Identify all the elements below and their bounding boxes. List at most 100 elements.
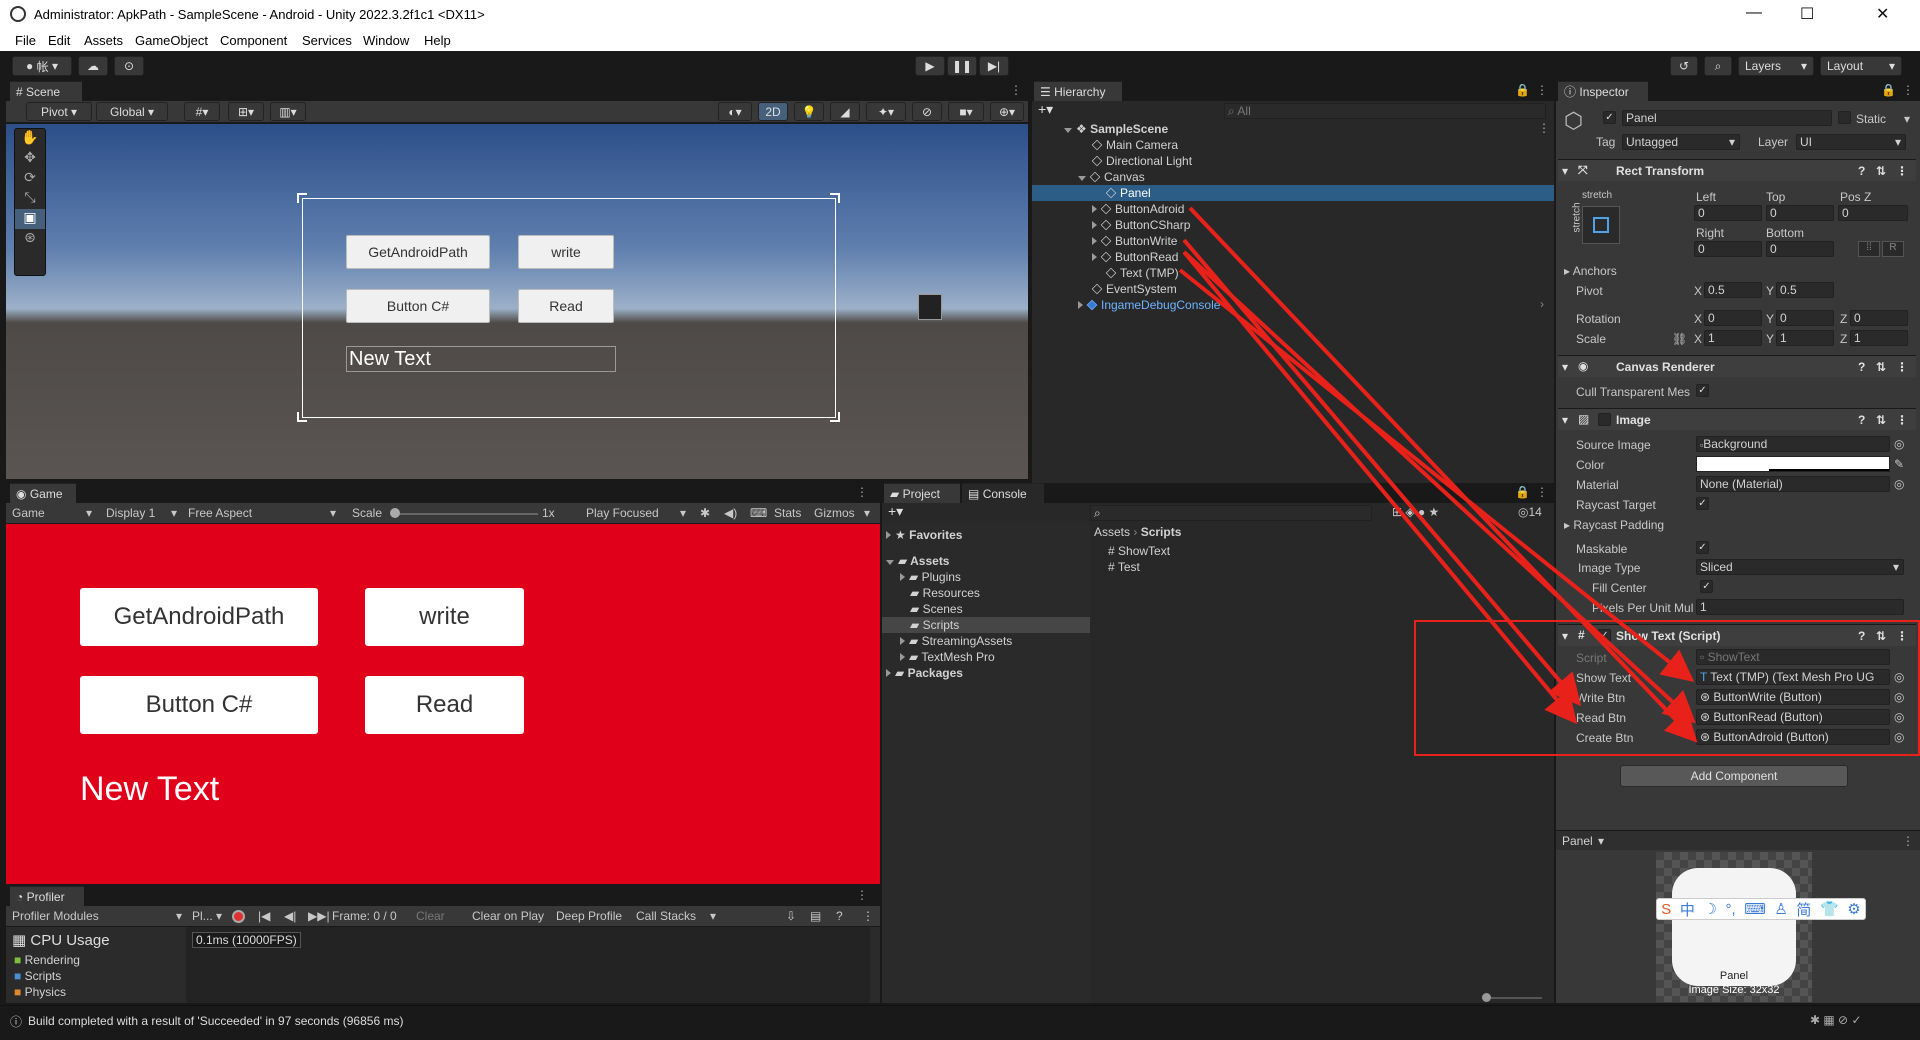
first-frame-icon[interactable]: |◀	[258, 909, 270, 923]
project-search-input[interactable]: ⌕	[1090, 505, 1372, 521]
lock-icon[interactable]: 🔒	[1881, 83, 1896, 97]
scale-z-field[interactable]: 1	[1850, 330, 1908, 346]
gameobject-name-input[interactable]: Panel	[1622, 110, 1832, 126]
more-icon[interactable]: ⋮	[862, 909, 874, 923]
raycast-padding-foldout[interactable]: ▸ Raycast Padding	[1564, 518, 1664, 532]
tab-hierarchy[interactable]: ☰ Hierarchy	[1034, 81, 1122, 101]
hierarchy-item[interactable]: Text (TMP)	[1105, 265, 1179, 281]
preset-icon[interactable]: ⇅	[1876, 413, 1886, 427]
search-button[interactable]: ⌕	[1704, 56, 1732, 76]
user-icon[interactable]: ♙	[1774, 900, 1787, 918]
rotate-tool-icon[interactable]: ⟳	[15, 169, 45, 189]
help-icon[interactable]: ?	[1858, 413, 1865, 427]
material-field[interactable]: None (Material)	[1696, 476, 1890, 492]
aspect-dropdown[interactable]: Free Aspect	[188, 506, 252, 520]
rect-transform-header[interactable]: ▾ ⤧ Rect Transform ? ⇅ ⋮	[1558, 159, 1916, 181]
anchor-presets-button[interactable]	[1582, 206, 1620, 244]
anchor-handle[interactable]	[830, 412, 840, 422]
game-button-read[interactable]: Read	[365, 676, 524, 734]
link-icon[interactable]: ⛓	[1672, 332, 1687, 346]
snap-increment-button[interactable]: ⊞▾	[228, 102, 264, 121]
profiler-item-rendering[interactable]: ■ Rendering	[14, 953, 80, 967]
help-icon[interactable]: ?	[1858, 164, 1865, 178]
color-swatch[interactable]	[1696, 456, 1890, 472]
bottom-field[interactable]: 0	[1766, 241, 1834, 257]
transform-tool-icon[interactable]: ⊛	[15, 229, 45, 249]
posz-field[interactable]: 0	[1838, 205, 1908, 221]
layers-dropdown[interactable]: Layers ▾	[1738, 56, 1814, 76]
clear-button[interactable]: Clear	[416, 909, 445, 923]
hidden-count[interactable]: ◎14	[1518, 505, 1542, 519]
static-checkbox[interactable]	[1838, 111, 1851, 124]
scale-x-field[interactable]: 1	[1704, 330, 1762, 346]
pivot-x-field[interactable]: 0.5	[1704, 282, 1762, 298]
rotation-y-field[interactable]: 0	[1776, 310, 1834, 326]
load-icon[interactable]: ⇩	[786, 909, 796, 923]
gizmos-dropdown[interactable]: ⊕▾	[990, 102, 1024, 121]
lighting-toggle[interactable]: 💡	[794, 102, 824, 121]
scale-slider[interactable]	[392, 513, 538, 515]
menu-file[interactable]: File	[15, 33, 36, 48]
chevron-down-icon[interactable]: ▾	[1904, 112, 1910, 126]
pivot-y-field[interactable]: 0.5	[1776, 282, 1834, 298]
lock-icon[interactable]: 🔒	[1515, 83, 1530, 97]
assets-node[interactable]: ▰ Assets	[886, 553, 949, 569]
rotation-x-field[interactable]: 0	[1704, 310, 1762, 326]
play-focused-dropdown[interactable]: Play Focused	[586, 506, 659, 520]
ppu-field[interactable]: 1	[1696, 599, 1904, 615]
preset-icon[interactable]: ⇅	[1876, 360, 1886, 374]
component-menu-icon[interactable]: ⋮	[1896, 164, 1908, 178]
blueprint-mode-button[interactable]: ⁞⁞	[1858, 241, 1880, 257]
filter-icons[interactable]: ⊞ ◈ ● ★	[1392, 505, 1439, 519]
display-dropdown[interactable]: Display 1	[106, 506, 155, 520]
hierarchy-item-selected[interactable]: Panel	[1105, 185, 1151, 201]
game-dropdown[interactable]: Game	[12, 506, 45, 520]
component-menu-icon[interactable]: ⋮	[1896, 360, 1908, 374]
menu-window[interactable]: Window	[363, 33, 409, 48]
help-icon[interactable]: ?	[1858, 360, 1865, 374]
menu-gameobject[interactable]: GameObject	[135, 33, 208, 48]
tag-dropdown[interactable]: Untagged ▾	[1622, 134, 1740, 150]
hierarchy-item[interactable]: Main Camera	[1091, 137, 1178, 153]
save-icon[interactable]: ▤	[810, 909, 821, 923]
fill-center-checkbox[interactable]: ✓	[1700, 580, 1713, 593]
clear-on-play-button[interactable]: Clear on Play	[472, 909, 544, 923]
hierarchy-search-input[interactable]: ⌕ All	[1224, 103, 1546, 119]
anchor-handle[interactable]	[297, 412, 307, 422]
image-enabled-checkbox[interactable]	[1598, 413, 1611, 426]
hierarchy-item[interactable]: ButtonCSharp	[1092, 217, 1190, 233]
folder-item-selected[interactable]: ▰ Scripts	[910, 617, 959, 633]
scene-menu-icon[interactable]: ⋮	[1010, 83, 1022, 97]
keyboard-icon[interactable]: ⌨	[750, 506, 767, 520]
menu-component[interactable]: Component	[220, 33, 287, 48]
status-icons[interactable]: ✱ ▦ ⊘ ✓	[1810, 1013, 1862, 1027]
maskable-checkbox[interactable]: ✓	[1696, 541, 1709, 554]
profiler-scrollbar[interactable]	[870, 927, 880, 1003]
undo-history-button[interactable]: ↺	[1670, 56, 1698, 76]
hierarchy-item-prefab[interactable]: IngameDebugConsole	[1078, 297, 1220, 313]
move-tool-icon[interactable]: ✥	[15, 149, 45, 169]
preset-icon[interactable]: ⇅	[1876, 164, 1886, 178]
layout-dropdown[interactable]: Layout ▾	[1820, 56, 1902, 76]
tab-game[interactable]: ◉ Game	[10, 483, 76, 503]
audio-toggle[interactable]: ◢	[830, 102, 860, 121]
view-tool-icon[interactable]: ✋	[15, 129, 45, 149]
hierarchy-item[interactable]: ButtonAdroid	[1092, 201, 1184, 217]
ime-toolbar[interactable]: S 中 ☽ °, ⌨ ♙ 简 👕 ⚙	[1656, 898, 1866, 920]
target-dropdown[interactable]: Pl...	[192, 909, 213, 923]
folder-item[interactable]: ▰ StreamingAssets	[900, 633, 1012, 649]
anchor-handle[interactable]	[297, 193, 307, 203]
folder-item[interactable]: ▰ Resources	[910, 585, 980, 601]
play-button[interactable]: ▶	[915, 56, 945, 76]
game-menu-icon[interactable]: ⋮	[856, 485, 868, 499]
raw-edit-button[interactable]: R	[1882, 241, 1904, 257]
eyedropper-icon[interactable]: ✎	[1894, 457, 1904, 471]
profiler-item-scripts[interactable]: ■ Scripts	[14, 969, 61, 983]
stats-button[interactable]: Stats	[774, 506, 801, 520]
tab-scene[interactable]: # Scene	[10, 81, 82, 101]
game-button-write[interactable]: write	[365, 588, 524, 646]
anchor-handle[interactable]	[830, 193, 840, 203]
folder-item[interactable]: ▰ TextMesh Pro	[900, 649, 995, 665]
cull-transparent-checkbox[interactable]: ✓	[1696, 384, 1709, 397]
project-menu-icon[interactable]: ⋮	[1536, 485, 1548, 499]
